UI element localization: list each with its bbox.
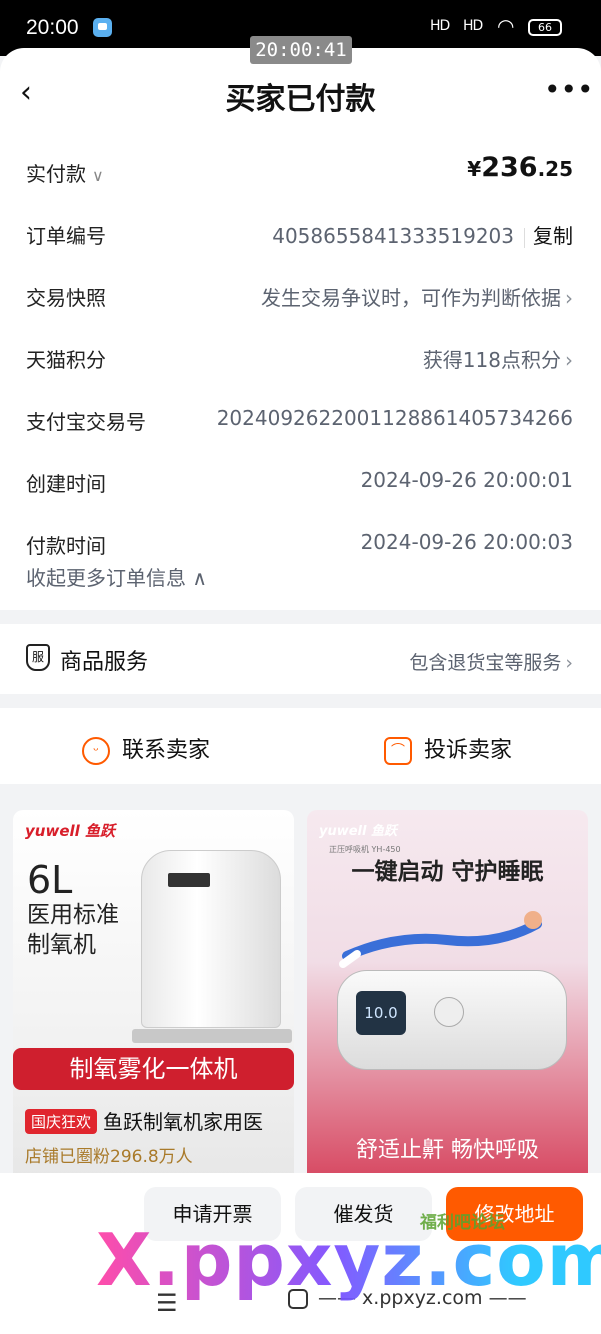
product-headline-line1: 医用标准 [27, 902, 119, 928]
snapshot-label: 交易快照 [26, 286, 106, 310]
amount-integer: 236 [481, 152, 538, 183]
device-knob [434, 997, 464, 1027]
paid-time-row: 付款时间 2024-09-26 20:00:03 [26, 524, 573, 560]
currency-symbol: ¥ [467, 157, 482, 181]
complaint-bubble-icon: ⌒ [384, 737, 412, 765]
product-banner: 制氧雾化一体机 [13, 1048, 294, 1090]
app-notification-icon [93, 18, 112, 37]
order-number-label: 订单编号 [26, 224, 106, 248]
machine-base [132, 1029, 292, 1043]
machine-display [168, 873, 210, 887]
divider [524, 227, 525, 248]
service-value: 包含退货宝等服务 › [409, 648, 573, 675]
brand-logo: yuwell 鱼跃 [25, 822, 115, 840]
product-image: 10.0 [337, 970, 567, 1070]
promo-badge: 国庆狂欢 [25, 1109, 98, 1134]
smile-icon: ᵕ [82, 737, 110, 765]
signal-icon-2: HD [463, 18, 483, 34]
chevron-right-icon: › [565, 652, 573, 674]
order-number-row: 订单编号 4058655841333519203 复制 [26, 214, 573, 250]
product-title: 国庆狂欢 鱼跃制氧机家用医 [25, 1106, 263, 1135]
paid-time-value: 2024-09-26 20:00:03 [360, 530, 573, 554]
points-value: 获得118点积分 › [423, 344, 573, 373]
paid-time-label: 付款时间 [26, 534, 106, 558]
complain-seller-button[interactable]: ⌒ 投诉卖家 [384, 732, 512, 765]
service-label: 商品服务 [60, 650, 149, 675]
points-row[interactable]: 天猫积分 获得118点积分 › [26, 338, 573, 374]
paid-amount: ¥236.25 [467, 152, 573, 183]
order-number-value: 4058655841333519203 复制 [272, 220, 573, 249]
product-headline: 一键启动 守护睡眠 [351, 859, 544, 885]
product-headline-line2: 制氧机 [27, 932, 96, 958]
page-title: 买家已付款 [225, 82, 376, 117]
contact-row: ᵕ 联系卖家 ⌒ 投诉卖家 [0, 708, 601, 784]
device-screen: 10.0 [356, 991, 406, 1035]
paid-row: 实付款 ∨ ¥236.25 [26, 152, 573, 188]
snapshot-row[interactable]: 交易快照 发生交易争议时，可作为判断依据 › [26, 276, 573, 312]
battery-icon: 66 [528, 19, 562, 36]
service-row[interactable]: 服 商品服务 包含退货宝等服务 › [0, 624, 601, 694]
product-image [132, 850, 292, 1043]
order-detail-card: ‹ 买家已付款 ••• 实付款 ∨ ¥236.25 订单编号 4058655841… [0, 48, 601, 610]
created-time-row: 创建时间 2024-09-26 20:00:01 [26, 462, 573, 498]
created-time-value: 2024-09-26 20:00:01 [360, 468, 573, 492]
snapshot-value: 发生交易争议时，可作为判断依据 › [261, 282, 573, 311]
paid-label-text: 实付款 [26, 162, 86, 186]
runner-illustration [339, 911, 542, 968]
shop-fans: 店铺已圈粉296.8万人 [25, 1147, 193, 1167]
clock-overlay: 20:00:41 [250, 36, 352, 64]
alipay-number-value: 2024092622001128861405734266 [216, 406, 573, 430]
created-time-label: 创建时间 [26, 472, 106, 496]
points-label: 天猫积分 [26, 348, 106, 372]
collapse-order-info-link[interactable]: 收起更多订单信息 ∧ [26, 562, 207, 591]
amount-decimal: .25 [537, 157, 573, 181]
complain-seller-label: 投诉卖家 [424, 738, 513, 763]
product-title-text: 鱼跃制氧机家用医 [103, 1110, 264, 1134]
watermark-large: X.ppxyz.com [96, 1218, 601, 1302]
product-slogan: 舒适止鼾 畅快呼吸 [356, 1138, 539, 1163]
paid-label[interactable]: 实付款 ∨ [26, 158, 104, 187]
chevron-right-icon: › [565, 348, 573, 372]
contact-seller-label: 联系卖家 [122, 738, 211, 763]
product-capacity: 6L [27, 858, 73, 902]
service-value-text: 包含退货宝等服务 [409, 652, 562, 674]
snapshot-text: 发生交易争议时，可作为判断依据 [261, 286, 561, 310]
product-card-oxygen-concentrator[interactable]: yuwell 鱼跃 6L 医用标准 制氧机 制氧雾化一体机 国庆狂欢 鱼跃制氧机家… [13, 810, 294, 1190]
more-icon[interactable]: ••• [544, 76, 594, 104]
wifi-icon: ◠ [497, 14, 515, 38]
signal-icon: HD [430, 18, 450, 34]
status-time: 20:00 [26, 16, 79, 39]
order-number-text: 4058655841333519203 [272, 224, 514, 248]
product-card-cpap[interactable]: yuwell 鱼跃 正压呼吸机 YH-450 一键启动 守护睡眠 10.0 舒适… [307, 810, 588, 1190]
chevron-down-icon: ∨ [92, 166, 104, 185]
product-headline: 医用标准 制氧机 [27, 900, 119, 960]
copy-button[interactable]: 复制 [533, 224, 573, 248]
alipay-number-label: 支付宝交易号 [26, 410, 146, 434]
shield-icon: 服 [26, 644, 50, 671]
contact-seller-button[interactable]: ᵕ 联系卖家 [82, 732, 210, 765]
points-text: 获得118点积分 [422, 348, 561, 372]
brand-logo: yuwell 鱼跃 [319, 824, 397, 839]
chevron-right-icon: › [565, 286, 573, 310]
alipay-number-row: 支付宝交易号 2024092622001128861405734266 [26, 400, 573, 436]
